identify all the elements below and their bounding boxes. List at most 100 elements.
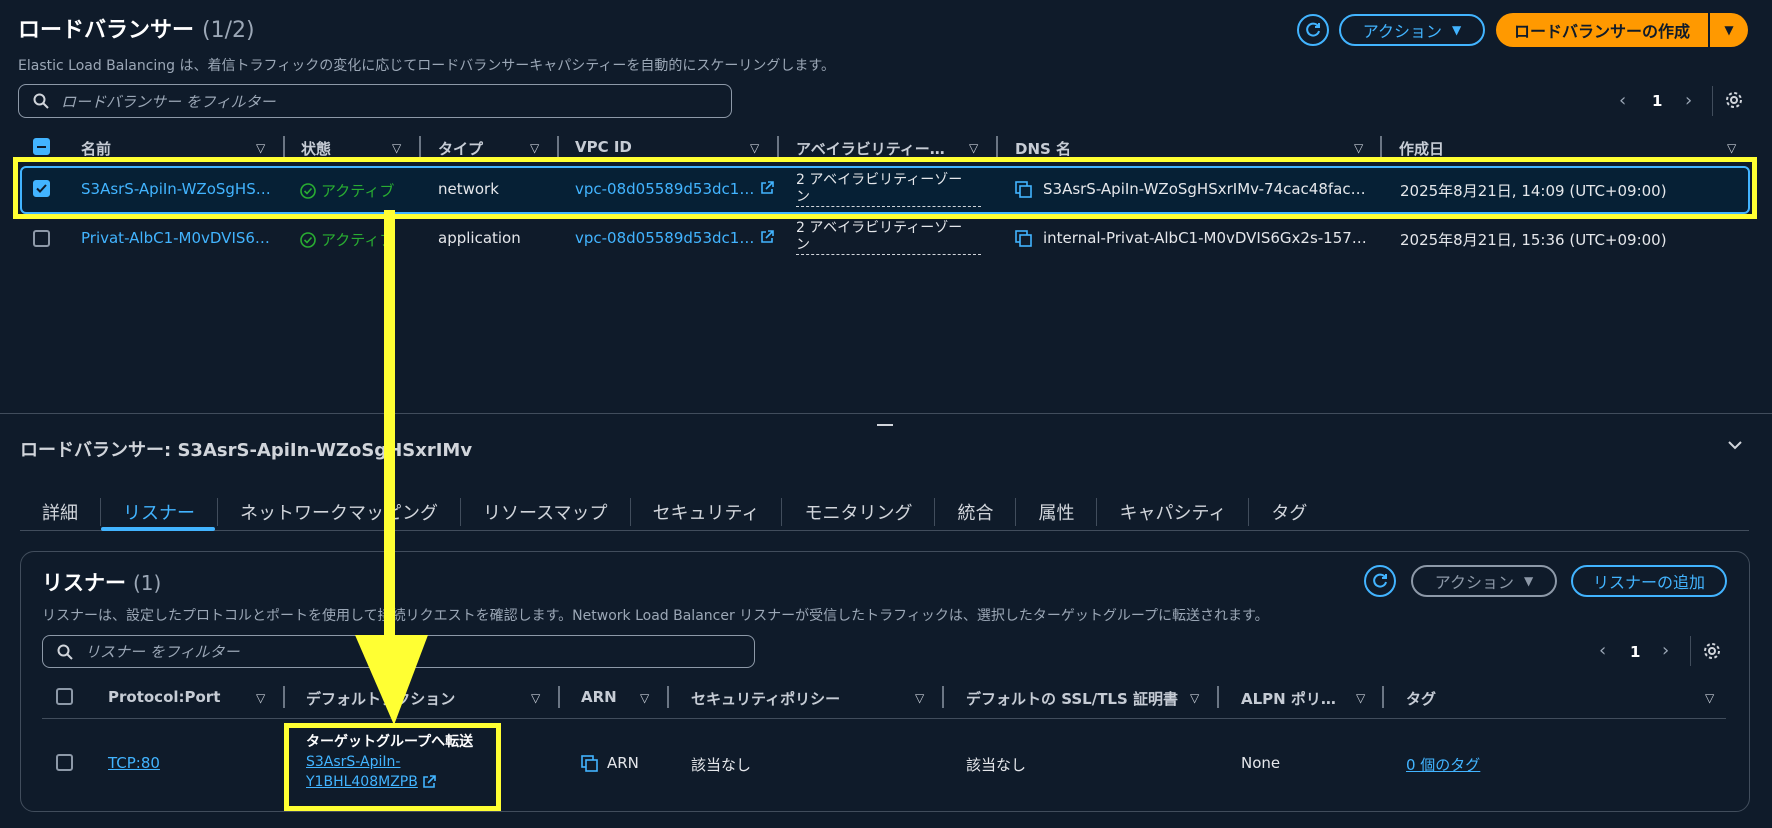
row-checkbox[interactable] xyxy=(56,754,73,771)
page-number[interactable]: 1 xyxy=(1652,92,1662,110)
header-underline xyxy=(42,718,1726,719)
column-header-protocol-port[interactable]: Protocol:Port xyxy=(108,688,220,706)
refresh-icon xyxy=(1306,22,1320,37)
tab-monitoring[interactable]: モニタリング xyxy=(782,499,934,525)
lb-name-link[interactable]: Privat-AlbC1-M0vDVIS6… xyxy=(81,229,271,247)
tags-link[interactable]: 0 個のタグ xyxy=(1406,754,1480,775)
column-separator[interactable] xyxy=(558,686,560,708)
column-header-name[interactable]: 名前 xyxy=(81,138,111,159)
sort-icon[interactable]: ▽ xyxy=(1190,691,1199,705)
column-header-arn[interactable]: ARN xyxy=(581,688,617,706)
collapse-button[interactable] xyxy=(1727,440,1743,450)
column-separator[interactable] xyxy=(419,136,421,158)
column-separator[interactable] xyxy=(283,686,285,708)
lb-search-input[interactable]: ロードバランサー をフィルター xyxy=(18,84,732,118)
settings-button[interactable] xyxy=(1724,90,1744,110)
tab-tags[interactable]: タグ xyxy=(1249,499,1329,525)
ssl-certificate: 該当なし xyxy=(966,756,1027,774)
divider xyxy=(1690,636,1691,666)
split-divider[interactable] xyxy=(0,413,1772,414)
vpc-link[interactable]: vpc-08d05589d53dc10… xyxy=(575,229,757,247)
caret-down-icon: ▼ xyxy=(1451,23,1462,37)
column-separator[interactable] xyxy=(557,136,559,158)
refresh-button[interactable] xyxy=(1297,14,1329,46)
column-separator[interactable] xyxy=(777,136,779,158)
sort-icon[interactable]: ▽ xyxy=(640,691,649,705)
actions-button[interactable]: アクション ▼ xyxy=(1339,14,1485,46)
column-separator[interactable] xyxy=(667,686,669,708)
page-count: (1/2) xyxy=(202,18,255,43)
column-header-type[interactable]: タイプ xyxy=(438,138,483,159)
tab-security[interactable]: セキュリティ xyxy=(631,499,782,525)
sort-icon[interactable]: ▽ xyxy=(1356,691,1365,705)
create-dropdown-button[interactable]: ▼ xyxy=(1710,13,1748,47)
caret-down-icon: ▼ xyxy=(1724,23,1734,37)
sort-icon[interactable]: ▽ xyxy=(915,691,924,705)
dns-name: internal-Privat-AlbC1-M0vDVIS6Gx2s-1571… xyxy=(1043,229,1368,247)
column-header-state[interactable]: 状態 xyxy=(301,138,331,159)
sort-icon[interactable]: ▽ xyxy=(392,141,401,155)
tab-integrations[interactable]: 統合 xyxy=(935,499,1015,525)
column-header-tags[interactable]: タグ xyxy=(1406,688,1436,709)
sort-icon[interactable]: ▽ xyxy=(256,141,265,155)
column-header-vpc[interactable]: VPC ID xyxy=(575,138,632,156)
column-separator[interactable] xyxy=(1217,686,1219,708)
row-checkbox[interactable] xyxy=(33,230,50,247)
column-separator[interactable] xyxy=(942,686,944,708)
tab-underline xyxy=(20,530,1749,531)
column-separator[interactable] xyxy=(283,136,285,158)
select-all-checkbox[interactable] xyxy=(33,138,50,155)
column-header-alpn[interactable]: ALPN ポリ… xyxy=(1241,688,1336,709)
add-listener-button[interactable]: リスナーの追加 xyxy=(1571,565,1727,597)
search-icon xyxy=(33,93,49,109)
divider xyxy=(1712,86,1713,116)
sort-icon[interactable]: ▽ xyxy=(1727,141,1736,155)
sort-icon[interactable]: ▽ xyxy=(530,141,539,155)
external-link-icon[interactable] xyxy=(760,230,774,244)
column-separator[interactable] xyxy=(996,136,998,158)
tab-resource-map[interactable]: リソースマップ xyxy=(461,499,630,525)
arn-copy[interactable]: ARN xyxy=(581,754,639,772)
sort-icon[interactable]: ▽ xyxy=(969,141,978,155)
tab-details[interactable]: 詳細 xyxy=(20,499,100,525)
tab-attributes[interactable]: 属性 xyxy=(1016,499,1096,525)
create-load-balancer-button[interactable]: ロードバランサーの作成 xyxy=(1496,13,1708,47)
listeners-description: リスナーは、設定したプロトコルとポートを使用して接続リクエストを確認します。Ne… xyxy=(42,608,1269,624)
select-all-checkbox[interactable] xyxy=(56,688,73,705)
sort-icon[interactable]: ▽ xyxy=(256,691,265,705)
prev-page-button[interactable]: ‹ xyxy=(1619,90,1626,111)
annotation-arrow xyxy=(355,210,428,725)
copy-icon[interactable] xyxy=(1015,230,1032,247)
listeners-count: (1) xyxy=(133,571,162,595)
listener-port-link[interactable]: TCP:80 xyxy=(108,754,160,772)
column-separator[interactable] xyxy=(1382,686,1384,708)
caret-down-icon: ▼ xyxy=(1523,574,1534,588)
listeners-settings-button[interactable] xyxy=(1702,641,1722,661)
listeners-refresh-button[interactable] xyxy=(1364,565,1396,597)
drag-handle[interactable] xyxy=(877,424,893,426)
column-header-security-policy[interactable]: セキュリティポリシー xyxy=(691,688,840,709)
refresh-icon xyxy=(1373,573,1387,588)
sort-icon[interactable]: ▽ xyxy=(1705,691,1714,705)
alpn-policy: None xyxy=(1241,754,1281,772)
prev-page-button[interactable]: ‹ xyxy=(1599,640,1606,661)
sort-icon[interactable]: ▽ xyxy=(750,141,759,155)
column-separator[interactable] xyxy=(1380,136,1382,158)
tab-listeners[interactable]: リスナー xyxy=(101,499,217,525)
column-header-created[interactable]: 作成日 xyxy=(1399,138,1444,159)
chevron-down-icon xyxy=(1728,441,1742,450)
column-header-az[interactable]: アベイラビリティー… xyxy=(796,138,945,159)
column-header-certificate[interactable]: デフォルトの SSL/TLS 証明書 xyxy=(966,688,1178,709)
sort-icon[interactable]: ▽ xyxy=(531,691,540,705)
page-description: Elastic Load Balancing は、着信トラフィックの変化に応じて… xyxy=(18,58,835,74)
next-page-button[interactable]: › xyxy=(1662,640,1669,661)
created-date: 2025年8月21日, 15:36 (UTC+09:00) xyxy=(1400,231,1667,249)
security-policy: 該当なし xyxy=(691,756,752,774)
listeners-actions-button[interactable]: アクション ▼ xyxy=(1411,565,1557,597)
next-page-button[interactable]: › xyxy=(1685,90,1692,111)
sort-icon[interactable]: ▽ xyxy=(1354,141,1363,155)
tab-capacity[interactable]: キャパシティ xyxy=(1097,499,1248,525)
page-number[interactable]: 1 xyxy=(1630,643,1640,661)
column-header-dns[interactable]: DNS 名 xyxy=(1015,138,1071,159)
az-popover-trigger[interactable]: 2 アベイラビリティーゾー ン xyxy=(796,220,981,255)
